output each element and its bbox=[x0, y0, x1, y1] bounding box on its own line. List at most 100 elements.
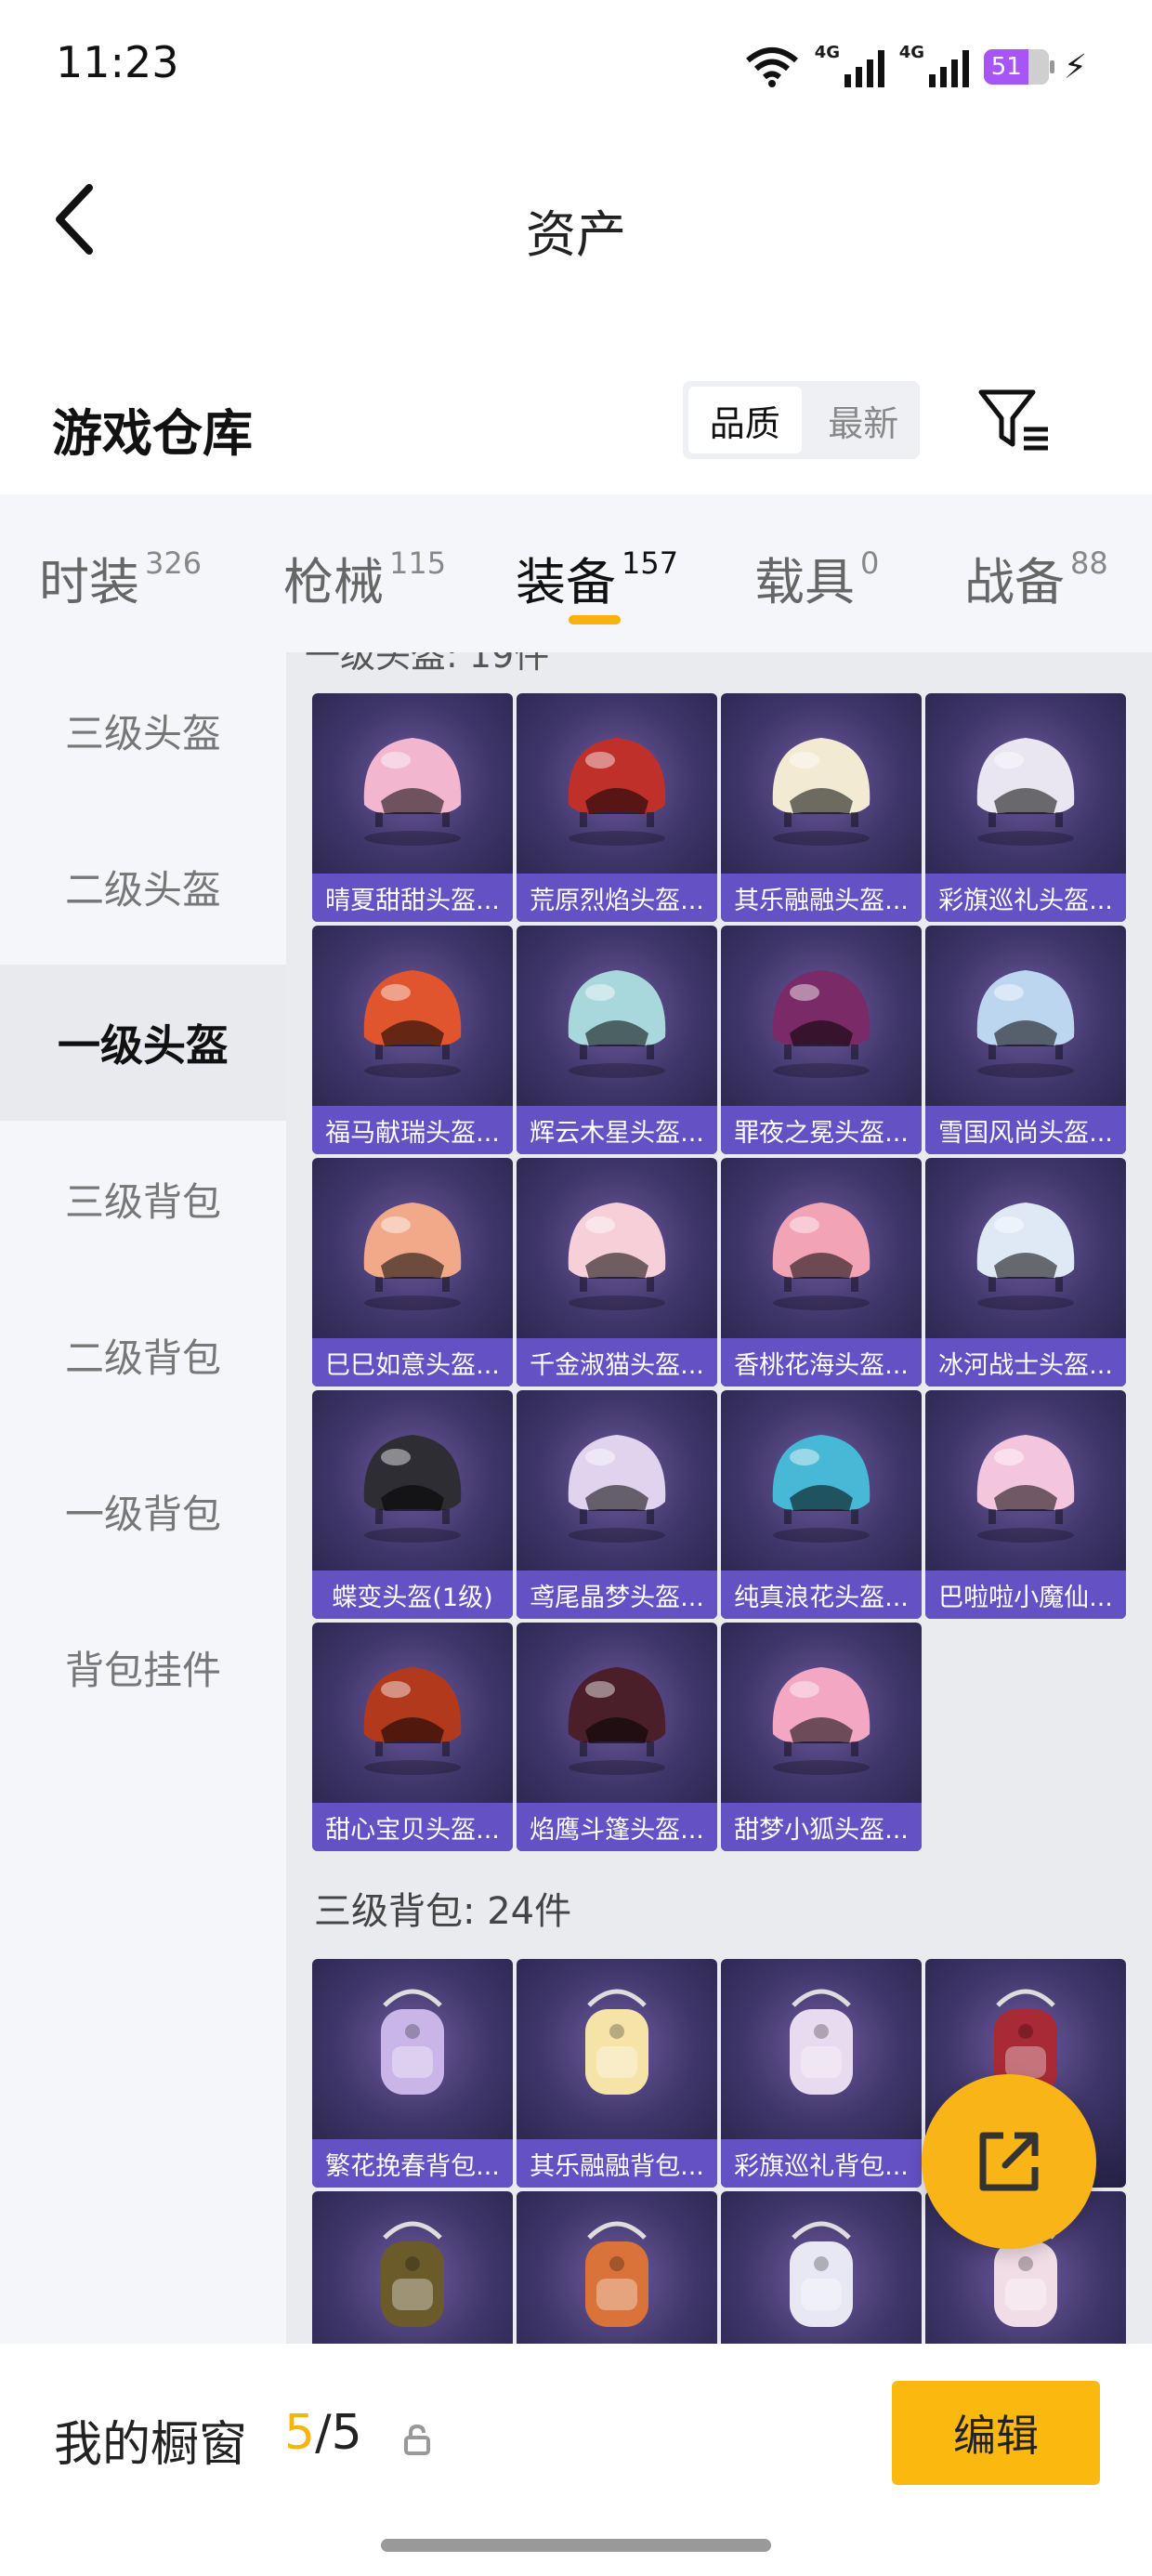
tab-equipment[interactable]: 装备 157 bbox=[516, 541, 678, 614]
backpack-card[interactable]: 其乐融融背包... bbox=[517, 1959, 717, 2188]
helmet-name: 福马献瑞头盔... bbox=[312, 1106, 513, 1154]
helmet-icon bbox=[772, 970, 871, 1078]
tab-firearms[interactable]: 枪械 115 bbox=[283, 541, 446, 614]
filter-icon[interactable] bbox=[977, 387, 1052, 453]
helmet-name: 蝶变头盔(1级) bbox=[312, 1571, 513, 1619]
helmet-name: 巴啦啦小魔仙... bbox=[925, 1571, 1126, 1619]
helmet-icon bbox=[976, 1435, 1075, 1543]
helmet-card[interactable]: 鸢尾晶梦头盔... bbox=[517, 1390, 717, 1619]
helmet-icon bbox=[568, 1203, 666, 1310]
helmet-name: 纯真浪花头盔... bbox=[721, 1571, 922, 1619]
backpack-name: 繁花挽春背包... bbox=[312, 2139, 513, 2188]
active-tab-indicator bbox=[569, 615, 621, 624]
helmet-name: 甜心宝贝头盔... bbox=[312, 1803, 513, 1851]
share-icon bbox=[979, 2132, 1039, 2191]
backpack-name: 其乐融融背包... bbox=[517, 2139, 717, 2188]
backpack-card[interactable] bbox=[721, 2191, 922, 2344]
showcase-label: 我的橱窗 bbox=[54, 2417, 248, 2473]
home-indicator[interactable] bbox=[381, 2539, 771, 2552]
tab-fashion[interactable]: 时装 326 bbox=[39, 541, 202, 614]
helmet-card[interactable]: 其乐融融头盔... bbox=[721, 693, 922, 922]
helmet-icon bbox=[363, 738, 462, 846]
backpack-name: 彩旗巡礼背包... bbox=[721, 2139, 922, 2188]
helmet-name: 甜梦小狐头盔... bbox=[721, 1803, 922, 1851]
helmet-card[interactable]: 荒原烈焰头盔... bbox=[517, 693, 717, 922]
helmet-card[interactable]: 辉云木星头盔... bbox=[517, 926, 717, 1154]
helmet-icon bbox=[976, 970, 1075, 1078]
status-icons: 4G 4G 51 ⚡ bbox=[744, 41, 1087, 93]
category-tabs: 时装 326 枪械 115 装备 157 载具 0 战备 88 bbox=[0, 494, 1152, 652]
helmet-icon bbox=[976, 738, 1075, 846]
helmet-name: 千金淑猫头盔... bbox=[517, 1338, 717, 1387]
wifi-icon bbox=[745, 47, 798, 87]
nav-header: 资产 bbox=[0, 139, 1152, 307]
showcase-bar: 我的橱窗 5/5 编辑 bbox=[0, 2344, 1152, 2576]
helmet-card[interactable]: 焰鹰斗篷头盔... bbox=[517, 1623, 717, 1851]
helmet-name: 其乐融融头盔... bbox=[721, 874, 922, 922]
backpack-card[interactable] bbox=[312, 2191, 513, 2344]
sidebar-item-backpack-charm[interactable]: 背包挂件 bbox=[0, 1589, 286, 1745]
sort-toggle: 品质 最新 bbox=[683, 381, 920, 459]
sidebar-item-level3-helmet[interactable]: 三级头盔 bbox=[0, 652, 286, 808]
warehouse-title: 游戏仓库 bbox=[52, 404, 253, 463]
helmet-icon bbox=[363, 1435, 462, 1543]
helmet-card[interactable]: 千金淑猫头盔... bbox=[517, 1158, 717, 1387]
helmet-card[interactable]: 晴夏甜甜头盔... bbox=[312, 693, 513, 922]
backpack-icon bbox=[790, 2221, 853, 2327]
helmet-card[interactable]: 冰河战士头盔... bbox=[925, 1158, 1126, 1387]
signal-icon-2: 4G bbox=[899, 43, 969, 87]
sidebar-item-level3-backpack[interactable]: 三级背包 bbox=[0, 1121, 286, 1277]
lock-icon bbox=[404, 2424, 430, 2455]
helmet-name: 焰鹰斗篷头盔... bbox=[517, 1803, 717, 1851]
backpack-card[interactable] bbox=[517, 2191, 717, 2344]
sidebar: 三级头盔 二级头盔 一级头盔 三级背包 二级背包 一级背包 背包挂件 bbox=[0, 652, 286, 2344]
sidebar-item-level2-backpack[interactable]: 二级背包 bbox=[0, 1277, 286, 1433]
helmet-card[interactable]: 纯真浪花头盔... bbox=[721, 1390, 922, 1619]
edit-button[interactable]: 编辑 bbox=[892, 2381, 1100, 2485]
backpack-card[interactable]: 彩旗巡礼背包... bbox=[721, 1959, 922, 2188]
helmet-card[interactable]: 彩旗巡礼头盔... bbox=[925, 693, 1126, 922]
showcase-count: 5/5 bbox=[284, 2405, 362, 2461]
helmet-card[interactable]: 雪国风尚头盔... bbox=[925, 926, 1126, 1154]
helmet-name: 香桃花海头盔... bbox=[721, 1338, 922, 1387]
helmet-icon bbox=[772, 1435, 871, 1543]
helmet-name: 鸢尾晶梦头盔... bbox=[517, 1571, 717, 1619]
helmet-grid: 晴夏甜甜头盔... 荒原烈焰头盔... 其乐融融头盔... 彩旗巡礼头盔... 福马献瑞… bbox=[312, 693, 1126, 1851]
backpack-icon bbox=[381, 1989, 444, 2095]
helmet-name: 荒原烈焰头盔... bbox=[517, 874, 717, 922]
sidebar-item-level1-helmet[interactable]: 一级头盔 bbox=[0, 965, 286, 1121]
helmet-icon bbox=[772, 1667, 871, 1775]
helmet-name: 冰河战士头盔... bbox=[925, 1338, 1126, 1387]
helmet-card[interactable]: 福马献瑞头盔... bbox=[312, 926, 513, 1154]
status-bar: 11:23 4G 4G 51 ⚡ bbox=[0, 0, 1152, 139]
helmet-icon bbox=[568, 1667, 666, 1775]
backpack-card[interactable]: 繁花挽春背包... bbox=[312, 1959, 513, 2188]
tab-vehicles[interactable]: 载具 0 bbox=[754, 541, 879, 614]
signal-icon-1: 4G bbox=[815, 43, 884, 87]
helmet-icon bbox=[568, 738, 666, 846]
helmet-icon bbox=[363, 1203, 462, 1310]
helmet-card[interactable]: 蝶变头盔(1级) bbox=[312, 1390, 513, 1619]
helmet-card[interactable]: 甜梦小狐头盔... bbox=[721, 1623, 922, 1851]
sort-quality-button[interactable]: 品质 bbox=[688, 387, 802, 453]
helmet-name: 晴夏甜甜头盔... bbox=[312, 874, 513, 922]
helmet-card[interactable]: 甜心宝贝头盔... bbox=[312, 1623, 513, 1851]
page-title: 资产 bbox=[526, 205, 626, 264]
warehouse-header: 游戏仓库 品质 最新 bbox=[0, 372, 1152, 493]
backpack-icon bbox=[381, 2221, 444, 2327]
sort-newest-button[interactable]: 最新 bbox=[807, 381, 921, 459]
tab-supplies[interactable]: 战备 88 bbox=[964, 541, 1108, 614]
helmet-name: 辉云木星头盔... bbox=[517, 1106, 717, 1154]
sidebar-item-level2-helmet[interactable]: 二级头盔 bbox=[0, 808, 286, 965]
sidebar-item-level1-backpack[interactable]: 一级背包 bbox=[0, 1433, 286, 1589]
helmet-card[interactable]: 巳巳如意头盔... bbox=[312, 1158, 513, 1387]
charging-icon: ⚡ bbox=[1063, 47, 1087, 86]
helmet-card[interactable]: 香桃花海头盔... bbox=[721, 1158, 922, 1387]
helmet-icon bbox=[772, 738, 871, 846]
helmet-icon bbox=[568, 970, 666, 1078]
section-title-level3-backpack: 三级背包: 24件 bbox=[314, 1890, 572, 1933]
helmet-card[interactable]: 罪夜之冕头盔... bbox=[721, 926, 922, 1154]
share-button[interactable] bbox=[922, 2074, 1096, 2249]
helmet-card[interactable]: 巴啦啦小魔仙... bbox=[925, 1390, 1126, 1619]
helmet-icon bbox=[772, 1203, 871, 1310]
